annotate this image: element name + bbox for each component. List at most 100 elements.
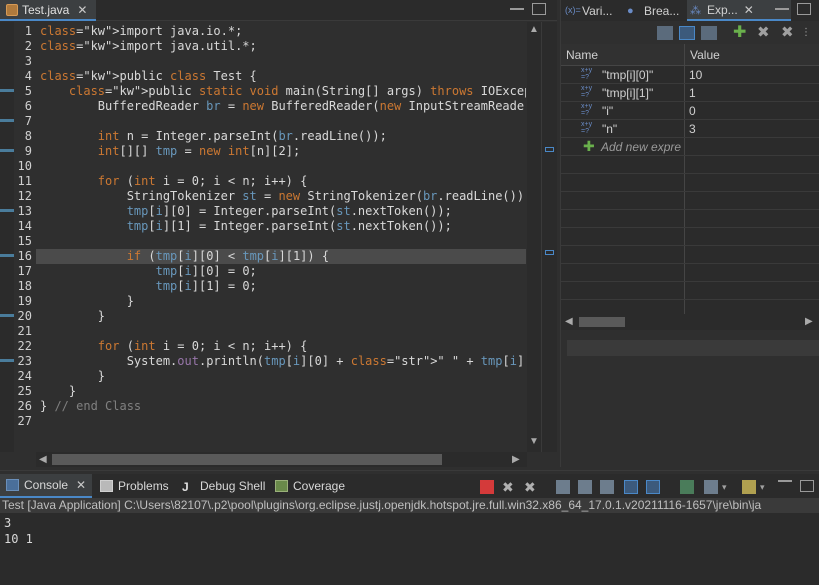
pin-console-icon[interactable] bbox=[680, 480, 694, 494]
maximize-icon[interactable] bbox=[532, 3, 546, 15]
code-line: } bbox=[40, 294, 134, 308]
line-number: 23 bbox=[17, 354, 32, 368]
output-line: 10 1 bbox=[4, 532, 33, 546]
tab-label: Exp... bbox=[707, 2, 738, 17]
close-tab-icon[interactable]: ✕ bbox=[76, 478, 86, 492]
code-line: System.out.println(tmp[i][0] + class="st… bbox=[40, 354, 526, 368]
expression-value: 3 bbox=[689, 122, 696, 136]
scroll-down-icon[interactable]: ▼ bbox=[529, 436, 539, 447]
tab-test-java[interactable]: Test.java ✕ bbox=[0, 0, 96, 21]
minimize-icon[interactable] bbox=[778, 480, 792, 484]
show-on-stdout-icon[interactable] bbox=[624, 480, 638, 494]
debug-tab-bar: (x)= Vari... ● Brea... ⁂ Exp... ✕ bbox=[561, 0, 819, 21]
chevron-down-icon[interactable]: ▾ bbox=[760, 480, 774, 494]
overview-marker[interactable] bbox=[545, 250, 554, 255]
tab-debug-shell[interactable]: J Debug Shell bbox=[182, 474, 265, 498]
show-type-names-icon[interactable] bbox=[657, 26, 673, 40]
terminate-icon[interactable] bbox=[480, 480, 494, 494]
line-number: 22 bbox=[17, 339, 32, 353]
expressions-horizontal-scrollbar[interactable]: ◀ ▶ bbox=[561, 314, 819, 330]
editor-horizontal-scrollbar[interactable]: ◀ ▶ bbox=[36, 452, 527, 467]
open-console-icon[interactable] bbox=[742, 480, 756, 494]
code-line: } // end Class bbox=[40, 399, 142, 413]
code-line: int[][] tmp = new int[n][2]; bbox=[97, 144, 301, 158]
line-number: 26 bbox=[17, 399, 32, 413]
table-header: Name Value bbox=[561, 44, 819, 66]
scroll-thumb[interactable] bbox=[52, 454, 442, 465]
line-number: 7 bbox=[24, 114, 32, 128]
view-menu-icon[interactable]: ⋮ bbox=[801, 26, 817, 40]
line-number: 3 bbox=[24, 54, 32, 68]
code-line: tmp[i][0] = Integer.parseInt(st.nextToke… bbox=[126, 204, 452, 218]
expression-name: "i" bbox=[602, 104, 614, 118]
close-tab-icon[interactable]: ✕ bbox=[77, 3, 87, 17]
chevron-down-icon[interactable]: ▾ bbox=[722, 480, 736, 494]
scroll-left-icon[interactable]: ◀ bbox=[39, 454, 47, 465]
tab-label: Vari... bbox=[582, 3, 613, 18]
expression-name: "tmp[i][1]" bbox=[602, 86, 654, 100]
expression-row[interactable]: x+y =? "n" 3 bbox=[561, 120, 819, 138]
scroll-lock-icon[interactable] bbox=[578, 480, 592, 494]
remove-expression-icon[interactable]: ✖ bbox=[757, 25, 773, 40]
expression-row[interactable]: x+y =? "i" 0 bbox=[561, 102, 819, 120]
code-line: tmp[i][0] = 0; bbox=[155, 264, 257, 278]
add-expression-icon[interactable]: ✚ bbox=[733, 25, 749, 41]
column-header-name[interactable]: Name bbox=[561, 44, 598, 66]
remove-all-terminated-icon[interactable]: ✖ bbox=[524, 480, 538, 494]
scroll-left-icon[interactable]: ◀ bbox=[565, 316, 573, 327]
scroll-right-icon[interactable]: ▶ bbox=[805, 316, 813, 327]
line-number: 12 bbox=[17, 189, 32, 203]
debug-views-panel: (x)= Vari... ● Brea... ⁂ Exp... ✕ ✚ ✖ ✖ … bbox=[560, 0, 819, 467]
code-text-area[interactable]: class="kw">import java.io.*; class="kw">i… bbox=[36, 22, 526, 452]
expression-row[interactable]: x+y =? "tmp[i][0]" 10 bbox=[561, 66, 819, 84]
minimize-icon[interactable] bbox=[775, 8, 789, 12]
scroll-thumb[interactable] bbox=[579, 317, 625, 327]
display-selected-console-icon[interactable] bbox=[704, 480, 718, 494]
clear-console-icon[interactable] bbox=[556, 480, 570, 494]
ruler-marker bbox=[0, 314, 14, 317]
remove-all-expressions-icon[interactable]: ✖ bbox=[781, 25, 797, 40]
empty-row bbox=[561, 192, 819, 210]
maximize-icon[interactable] bbox=[797, 3, 811, 15]
ruler-marker bbox=[0, 359, 14, 362]
add-new-expression-label: Add new expre bbox=[601, 140, 682, 154]
tab-label: Brea... bbox=[644, 3, 680, 18]
remove-launch-icon[interactable]: ✖ bbox=[502, 480, 516, 494]
expression-detail-pane[interactable] bbox=[567, 340, 819, 356]
tab-label: Debug Shell bbox=[200, 479, 266, 493]
console-output[interactable]: 3 10 1 bbox=[0, 513, 819, 585]
scroll-right-icon[interactable]: ▶ bbox=[512, 454, 520, 465]
line-number: 1 bbox=[24, 24, 32, 38]
editor-left-ruler bbox=[0, 22, 14, 452]
scroll-up-icon[interactable]: ▲ bbox=[529, 24, 539, 35]
minimize-icon[interactable] bbox=[510, 8, 524, 12]
watch-expression-icon: x+y =? bbox=[581, 85, 593, 99]
show-logical-structure-icon[interactable] bbox=[679, 26, 695, 40]
line-number: 17 bbox=[17, 264, 32, 278]
overview-marker[interactable] bbox=[545, 147, 554, 152]
tab-breakpoints[interactable]: ● Brea... bbox=[627, 0, 679, 21]
word-wrap-icon[interactable] bbox=[600, 480, 614, 494]
show-on-stderr-icon[interactable] bbox=[646, 480, 660, 494]
expression-row[interactable]: x+y =? "tmp[i][1]" 1 bbox=[561, 84, 819, 102]
tab-problems[interactable]: Problems bbox=[100, 474, 169, 498]
tab-variables[interactable]: (x)= Vari... bbox=[565, 0, 612, 21]
editor-vertical-scrollbar[interactable]: ▲ ▼ bbox=[527, 22, 541, 452]
tab-coverage[interactable]: Coverage bbox=[275, 474, 345, 498]
line-number: 5 bbox=[24, 84, 32, 98]
console-icon bbox=[6, 479, 19, 491]
editor-tab-bar: Test.java ✕ bbox=[0, 0, 557, 21]
expression-name: "tmp[i][0]" bbox=[602, 68, 654, 82]
line-number-gutter: 1 2 3 4 5 6 7 8 9 10 11 12 13 14 15 16 17 18 19 20 21 22 23 24 2… bbox=[14, 22, 48, 452]
watch-expression-icon: x+y =? bbox=[581, 121, 593, 135]
collapse-all-icon[interactable] bbox=[701, 26, 717, 40]
line-number: 11 bbox=[17, 174, 32, 188]
maximize-icon[interactable] bbox=[800, 480, 814, 492]
tab-console[interactable]: Console ✕ bbox=[0, 474, 93, 498]
expression-value: 0 bbox=[689, 104, 696, 118]
column-header-value[interactable]: Value bbox=[685, 44, 720, 66]
add-new-expression-row[interactable]: ✚ Add new expre bbox=[561, 138, 819, 156]
close-tab-icon[interactable]: ✕ bbox=[744, 3, 754, 17]
ruler-marker bbox=[0, 209, 14, 212]
line-number: 27 bbox=[17, 414, 32, 428]
